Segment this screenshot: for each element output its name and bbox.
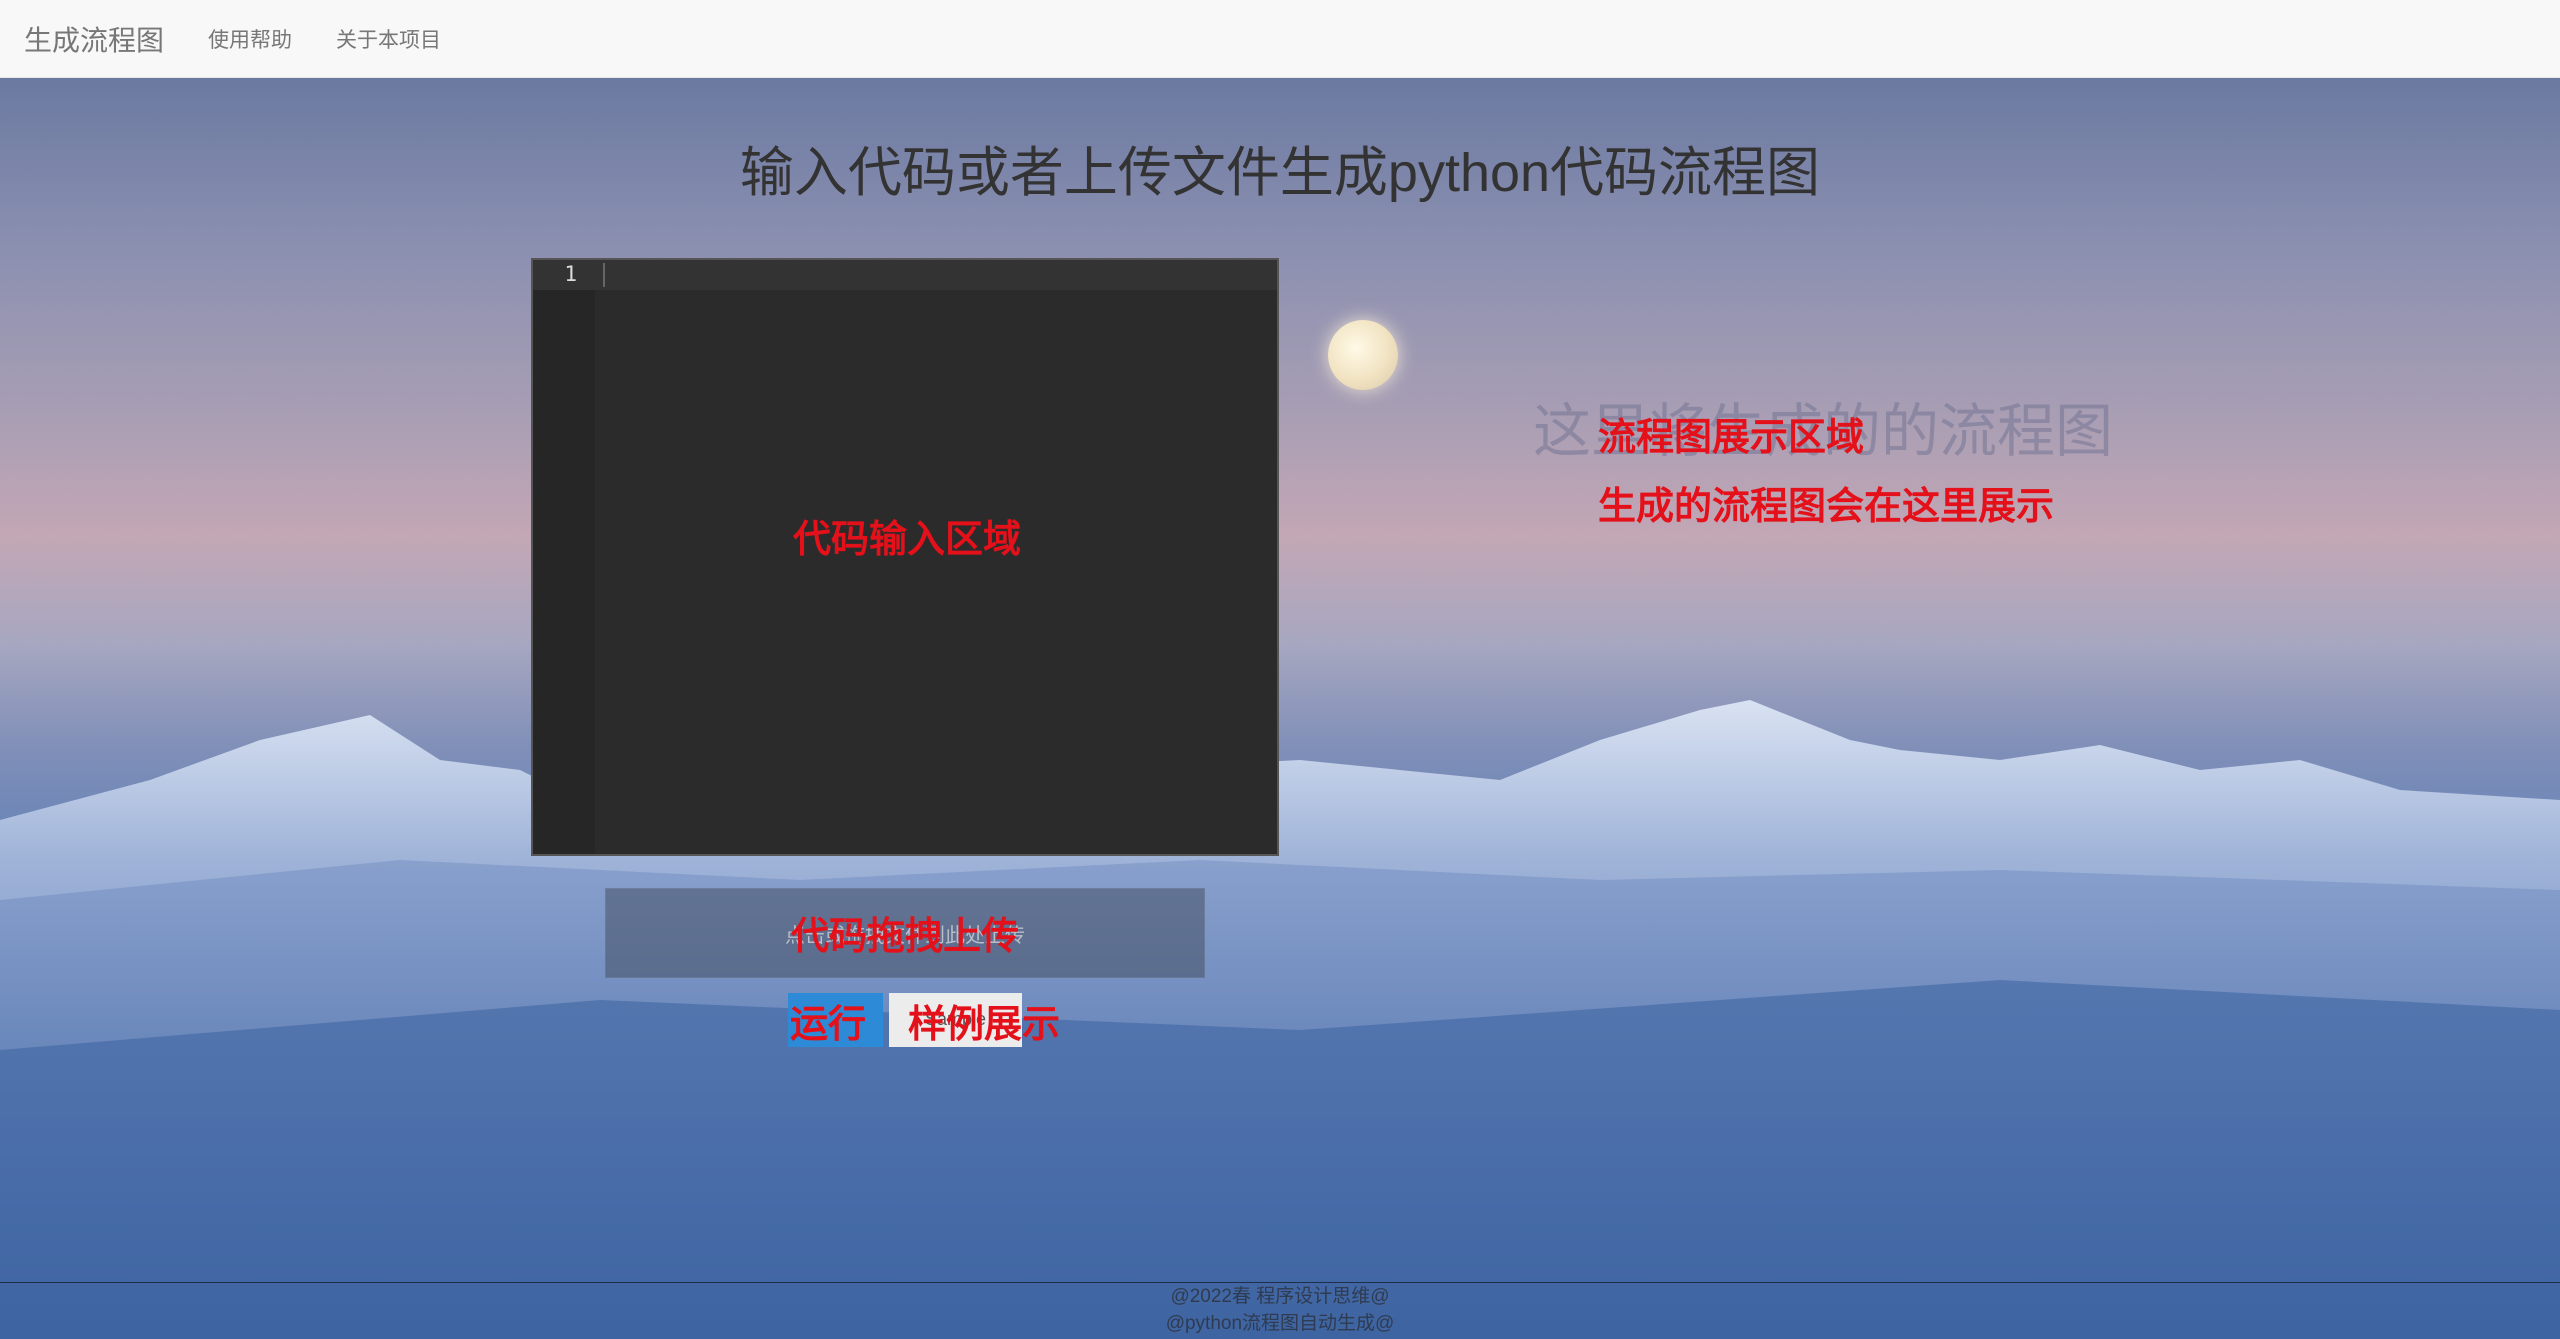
page-title: 输入代码或者上传文件生成python代码流程图 [739,143,1821,203]
sample-button[interactable]: Sample [889,993,1022,1047]
flowchart-annotation-title: 流程图展示区域 [1598,415,1865,459]
run-button[interactable] [788,993,883,1047]
upload-annotation: 代码拖拽上传 [790,914,1019,958]
footer: @2022春 程序设计思维@ @python流程图自动生成@ [0,1282,2560,1339]
sample-button-label: Sample [924,1009,987,1029]
moon-image [1328,320,1398,390]
line-number: 1 [564,262,577,286]
top-navbar: 生成流程图 使用帮助 关于本项目 [0,0,2560,78]
text-cursor [603,263,605,287]
editor-annotation: 代码输入区域 [792,517,1021,561]
flowchart-annotation-desc: 生成的流程图会在这里展示 [1598,484,2055,528]
footer-line-1: @2022春 程序设计思维@ [1170,1286,1390,1307]
file-upload-dropzone[interactable]: 点击或拖拽文件到此处上传 代码拖拽上传 [605,888,1205,978]
code-editor[interactable]: 1 代码输入区域 [531,258,1279,856]
nav-link-help[interactable]: 使用帮助 [208,24,292,54]
footer-line-2: @python流程图自动生成@ [1165,1313,1395,1334]
nav-link-about[interactable]: 关于本项目 [336,24,441,54]
editor-active-line [533,260,1277,290]
brand-link[interactable]: 生成流程图 [24,19,164,59]
